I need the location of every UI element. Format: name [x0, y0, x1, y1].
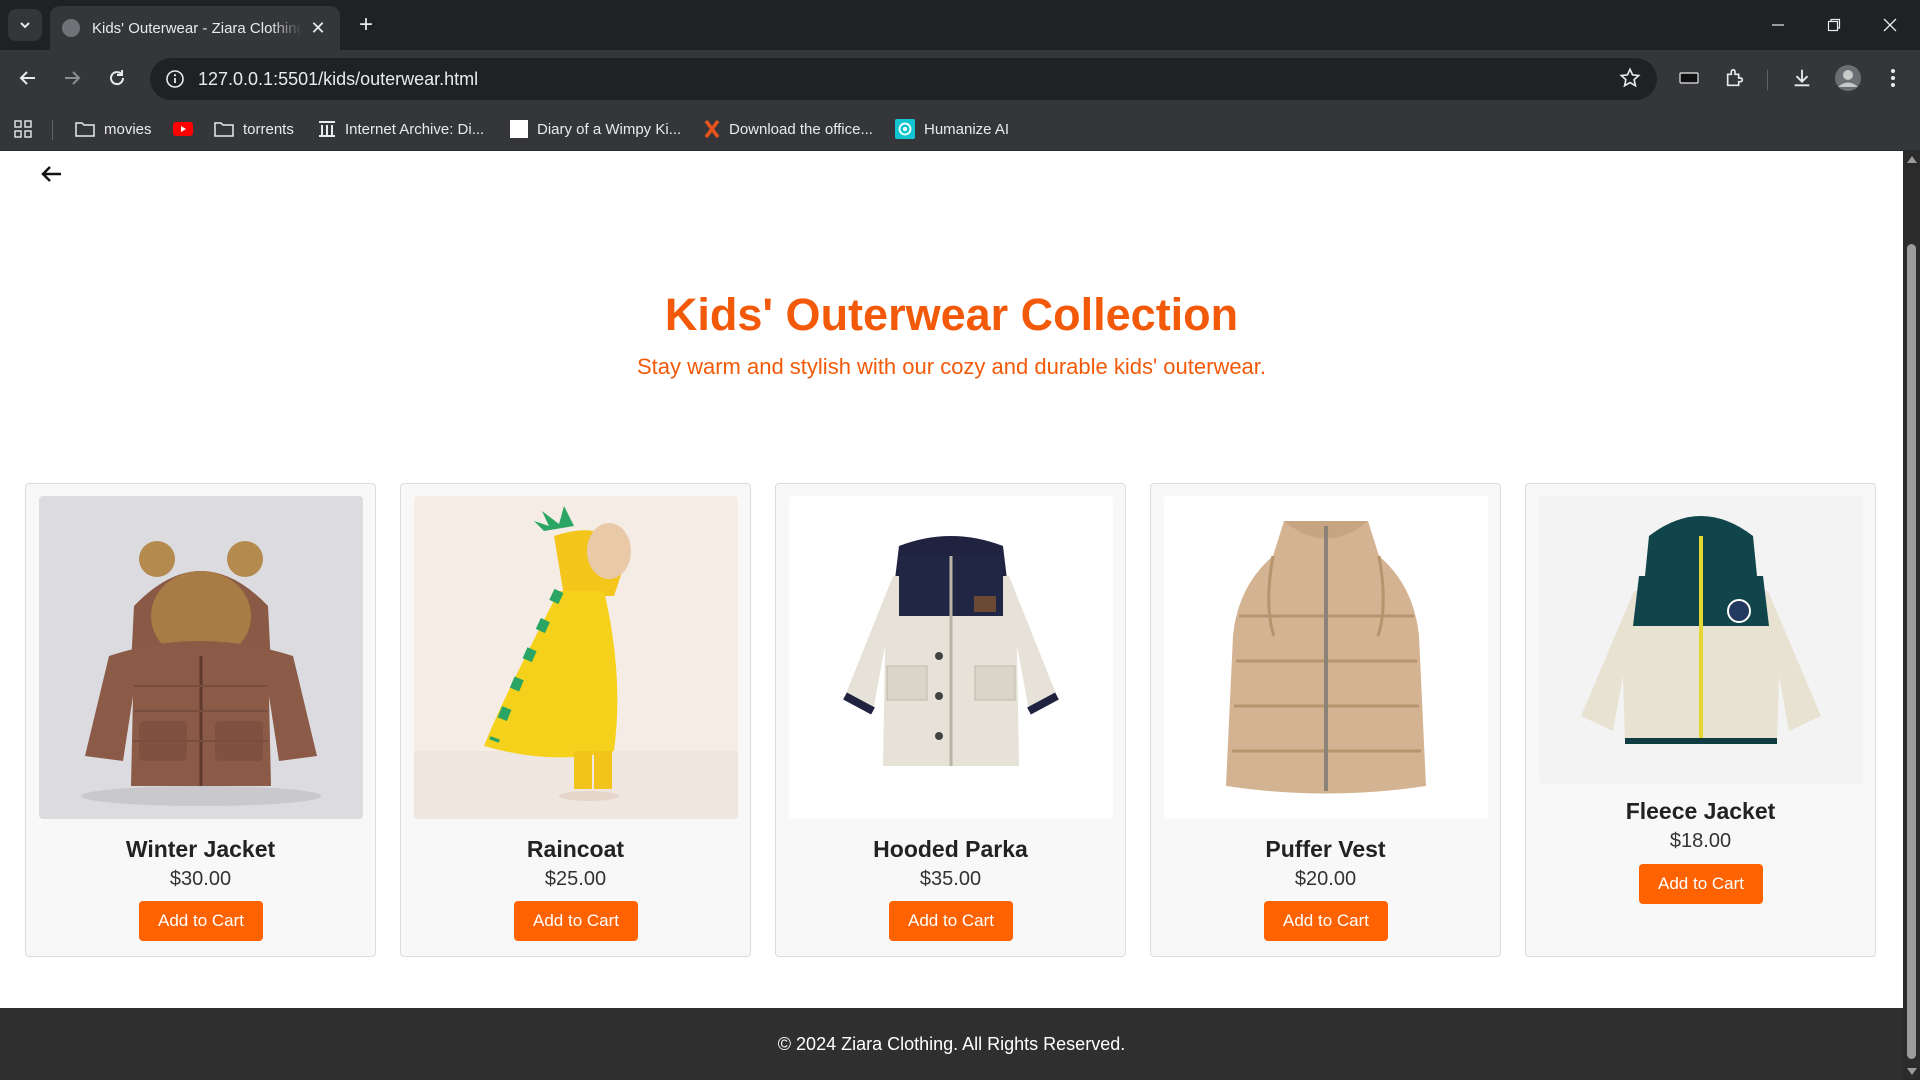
bookmark-internet-archive[interactable]: Internet Archive: Di... — [318, 107, 484, 151]
url-text[interactable]: 127.0.0.1:5501/kids/outerwear.html — [198, 69, 478, 90]
bookmark-wimpy-kid[interactable]: Diary of a Wimpy Ki... — [510, 107, 681, 151]
bookmark-youtube[interactable] — [173, 107, 202, 151]
product-card-raincoat: Raincoat $25.00 Add to Cart — [400, 483, 751, 957]
youtube-icon — [173, 122, 193, 136]
apps-button[interactable] — [14, 107, 32, 151]
bookmark-label: torrents — [243, 120, 294, 138]
product-name: Fleece Jacket — [1625, 798, 1776, 824]
product-price: $25.00 — [544, 868, 607, 890]
close-window-button[interactable] — [1862, 0, 1918, 50]
bookmark-label: Diary of a Wimpy Ki... — [537, 120, 682, 138]
forward-button[interactable] — [56, 62, 88, 94]
add-to-cart-button[interactable]: Add to Cart — [1264, 901, 1388, 941]
reload-button[interactable] — [101, 62, 133, 94]
product-name: Raincoat — [526, 836, 625, 862]
page-scrollbar[interactable] — [1903, 151, 1920, 1080]
bookmark-star-icon[interactable] — [1619, 67, 1641, 94]
folder-icon — [214, 121, 234, 137]
product-card-hooded-parka: Hooded Parka $35.00 Add to Cart — [775, 483, 1126, 957]
page-subtitle: Stay warm and stylish with our cozy and … — [636, 354, 1267, 379]
apps-grid-icon — [14, 120, 32, 138]
scroll-down-icon[interactable] — [1907, 1068, 1917, 1075]
add-to-cart-button[interactable]: Add to Cart — [889, 901, 1013, 941]
product-price: $30.00 — [169, 868, 232, 890]
downloads-icon[interactable] — [1786, 62, 1818, 94]
arrow-right-icon — [65, 71, 81, 85]
folder-icon — [75, 121, 95, 137]
globe-icon — [62, 19, 80, 37]
restore-icon — [1827, 18, 1841, 32]
browser-tab-active[interactable]: Kids' Outerwear - Ziara Clothing ✕ — [50, 6, 340, 50]
archive-icon — [318, 120, 336, 138]
back-link[interactable] — [38, 161, 66, 187]
product-name: Puffer Vest — [1265, 836, 1386, 862]
tab-title: Kids' Outerwear - Ziara Clothing — [92, 19, 302, 37]
scroll-up-icon[interactable] — [1907, 156, 1917, 163]
product-image-raincoat — [414, 496, 738, 819]
new-tab-button[interactable]: + — [352, 12, 380, 40]
bookmark-label: movies — [104, 120, 152, 138]
back-button[interactable] — [12, 62, 44, 94]
product-image-puffer-vest — [1164, 496, 1488, 819]
reload-icon — [110, 70, 125, 86]
restore-button[interactable] — [1806, 0, 1862, 50]
minimize-icon — [1772, 24, 1784, 26]
site-info-icon[interactable] — [154, 69, 196, 89]
bookmark-torrents[interactable]: torrents — [214, 107, 294, 151]
more-menu-icon[interactable] — [1877, 62, 1909, 94]
product-card-fleece-jacket: Fleece Jacket $18.00 Add to Cart — [1525, 483, 1876, 957]
add-to-cart-button[interactable]: Add to Cart — [1639, 864, 1763, 904]
product-price: $18.00 — [1669, 830, 1732, 852]
extensions-icon[interactable] — [1719, 62, 1751, 94]
humanize-icon — [895, 119, 915, 139]
bookmark-separator — [52, 120, 53, 140]
product-price: $35.00 — [919, 868, 982, 890]
toolbar-separator — [1767, 70, 1768, 90]
browser-toolbar: 127.0.0.1:5501/kids/outerwear.html — [0, 50, 1920, 107]
add-to-cart-button[interactable]: Add to Cart — [139, 901, 263, 941]
page-icon — [510, 120, 528, 138]
address-bar[interactable]: 127.0.0.1:5501/kids/outerwear.html — [150, 58, 1657, 100]
product-image-winter-jacket — [39, 496, 363, 819]
arrow-left-icon — [41, 166, 61, 182]
product-name: Winter Jacket — [125, 836, 276, 862]
profile-avatar[interactable] — [1832, 62, 1864, 94]
page-footer: © 2024 Ziara Clothing. All Rights Reserv… — [0, 1008, 1903, 1080]
page-title: Kids' Outerwear Collection — [664, 289, 1239, 340]
bookmark-label: Humanize AI — [924, 120, 1010, 138]
product-image-fleece-jacket — [1539, 496, 1863, 784]
close-icon — [1883, 18, 1897, 32]
product-card-puffer-vest: Puffer Vest $20.00 Add to Cart — [1150, 483, 1501, 957]
tab-strip: Kids' Outerwear - Ziara Clothing ✕ + — [0, 0, 1920, 50]
close-tab-icon[interactable]: ✕ — [308, 18, 328, 39]
product-image-hooded-parka — [789, 496, 1113, 819]
bookmark-office[interactable]: Download the office... — [704, 107, 873, 151]
product-card-winter-jacket: Winter Jacket $30.00 Add to Cart — [25, 483, 376, 957]
scrollbar-thumb[interactable] — [1907, 244, 1916, 1059]
arrow-left-icon — [19, 71, 35, 85]
product-price: $20.00 — [1294, 868, 1357, 890]
chevron-down-icon — [20, 22, 30, 29]
x-logo-icon — [704, 120, 720, 138]
media-control-icon[interactable] — [1673, 62, 1705, 94]
page-content: Kids' Outerwear Collection Stay warm and… — [0, 151, 1903, 1080]
minimize-button[interactable] — [1750, 0, 1806, 50]
bookmark-label: Download the office... — [729, 120, 873, 138]
product-name: Hooded Parka — [873, 836, 1028, 862]
tab-search-button[interactable] — [8, 9, 42, 41]
bookmark-label: Internet Archive: Di... — [345, 120, 485, 138]
add-to-cart-button[interactable]: Add to Cart — [514, 901, 638, 941]
bookmark-movies[interactable]: movies — [75, 107, 152, 151]
bookmarks-bar: movies torrents Internet Archive: Di... … — [0, 107, 1920, 151]
bookmark-humanize-ai[interactable]: Humanize AI — [895, 107, 1009, 151]
